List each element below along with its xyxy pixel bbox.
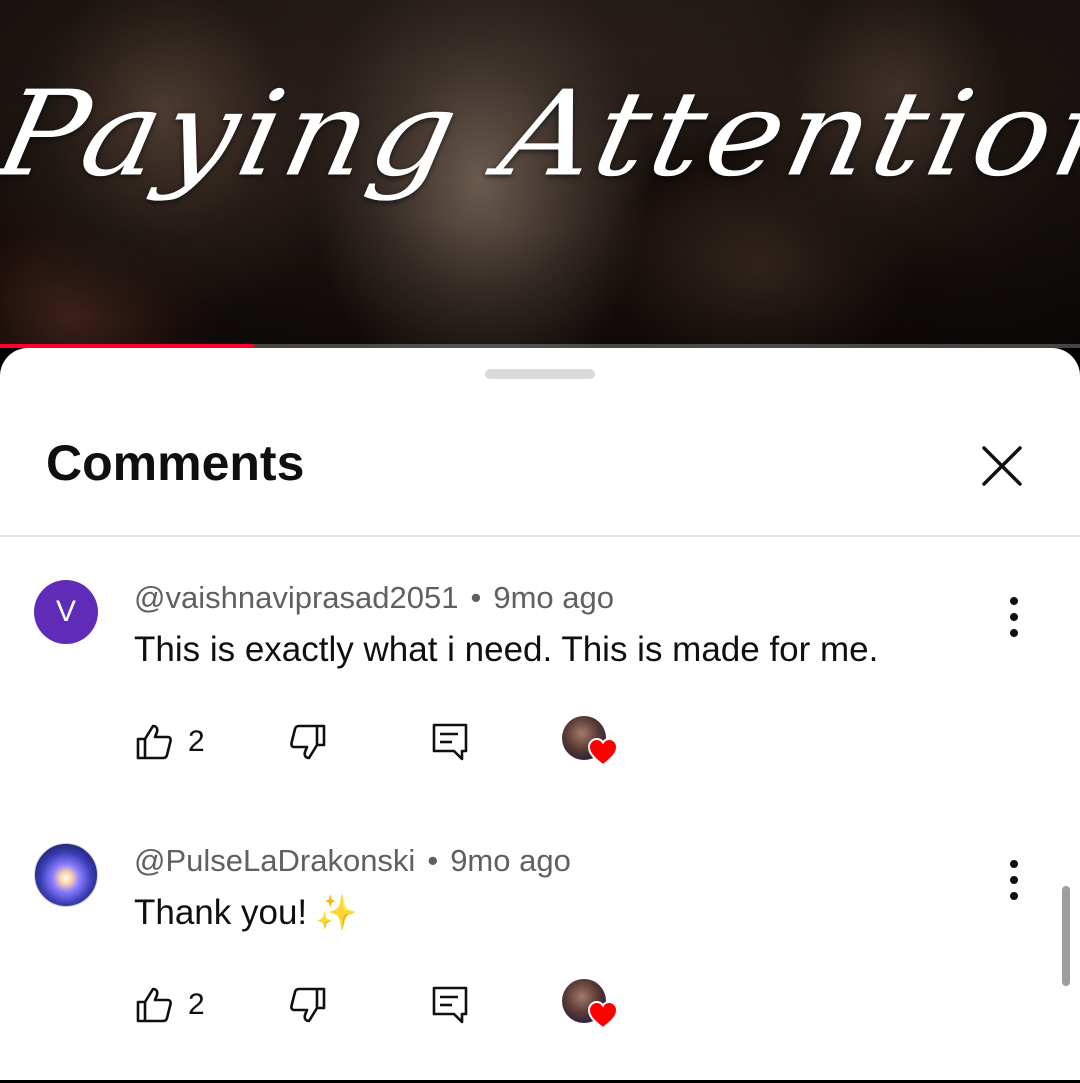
like-button[interactable]: 2 [134,983,205,1027]
comment-menu-button[interactable] [996,855,1032,905]
sheet-title: Comments [46,435,305,491]
comment-text: Thank you! [134,893,308,932]
comment-actions: 2 [134,716,654,770]
avatar[interactable]: V [34,580,98,644]
comment-author[interactable]: @PulseLaDrakonski [134,843,415,878]
sparkles-emoji: ✨ [315,894,358,932]
kebab-menu-icon [1010,597,1018,637]
comment-actions: 2 [134,979,654,1033]
kebab-menu-icon [1010,860,1018,900]
thumbs-up-icon [136,987,172,1023]
comment-menu-button[interactable] [996,592,1032,642]
video-title-overlay: Paying Attention [0,65,1080,204]
avatar[interactable] [34,843,98,907]
like-count: 2 [188,988,205,1021]
like-count: 2 [188,725,205,758]
header-divider [0,535,1080,537]
creator-heart-icon [588,738,618,766]
sheet-drag-handle[interactable] [485,369,595,379]
meta-separator: • [470,580,482,615]
meta-separator: • [427,843,439,878]
comment-item: @PulseLaDrakonski • 9mo ago Thank you! ✨ 2 [0,843,1080,1083]
reply-button[interactable] [430,983,470,1027]
comment-meta: @vaishnaviprasad2051 • 9mo ago [134,580,614,616]
comment-text: This is exactly what i need. This is mad… [134,630,879,669]
dislike-button[interactable] [288,983,328,1027]
scrollbar-thumb[interactable] [1062,886,1070,986]
comment-time: 9mo ago [493,580,614,615]
creator-heart [562,716,622,770]
thumbs-down-icon [290,724,326,760]
comment-time: 9mo ago [450,843,571,878]
thumbs-down-icon [290,987,326,1023]
comment-author[interactable]: @vaishnaviprasad2051 [134,580,458,615]
comment-item: V @vaishnaviprasad2051 • 9mo ago This is e… [0,580,1080,820]
thumbs-up-icon [136,724,172,760]
reply-button[interactable] [430,720,470,764]
comments-sheet: Comments V @vaishnaviprasad2051 • 9mo ago … [0,348,1080,1080]
reply-icon [432,986,468,1024]
comment-text-wrap: Thank you! ✨ [134,893,358,933]
reply-icon [432,723,468,761]
close-button[interactable] [978,442,1026,490]
creator-heart-icon [588,1001,618,1029]
video-player[interactable]: Paying Attention [0,0,1080,348]
comment-meta: @PulseLaDrakonski • 9mo ago [134,843,571,879]
like-button[interactable]: 2 [134,720,205,764]
dislike-button[interactable] [288,720,328,764]
creator-heart [562,979,622,1033]
close-icon [982,446,1022,486]
